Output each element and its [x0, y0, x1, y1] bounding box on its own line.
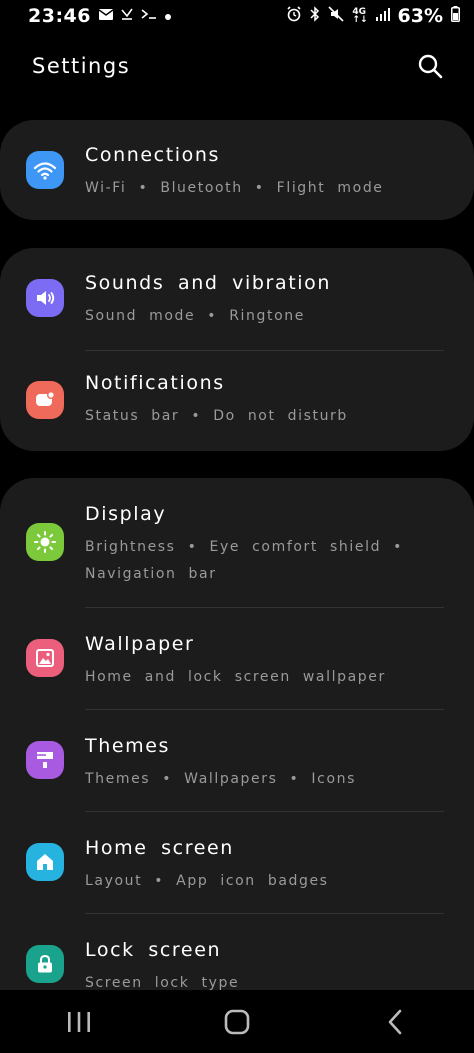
- missed-call-icon: [121, 8, 133, 24]
- item-subtitle: Screen lock type: [85, 975, 240, 990]
- item-subtitle: Status bar • Do not disturb: [85, 408, 348, 424]
- paintbrush-icon: [26, 741, 64, 779]
- menu-item-themes[interactable]: Themes Themes • Wallpapers • Icons: [0, 709, 474, 811]
- bluetooth-icon: [310, 6, 320, 26]
- menu-item-home-screen[interactable]: Home screen Layout • App icon badges: [0, 811, 474, 913]
- card-connections: Connections Wi-Fi • Bluetooth • Flight m…: [0, 120, 474, 220]
- recents-button[interactable]: [49, 997, 109, 1047]
- menu-item-lock-screen[interactable]: Lock screen Screen lock type: [0, 913, 474, 990]
- sun-icon: [26, 523, 64, 561]
- back-icon: [388, 1009, 402, 1034]
- menu-item-display[interactable]: Display Brightness • Eye comfort shield …: [0, 478, 474, 607]
- wifi-icon: [26, 151, 64, 189]
- item-subtitle-line2: Navigation bar: [85, 566, 217, 582]
- recents-icon: [68, 1011, 90, 1032]
- search-icon: [418, 54, 443, 79]
- mute-icon: [328, 6, 344, 26]
- menu-item-wallpaper[interactable]: Wallpaper Home and lock screen wallpaper: [0, 607, 474, 709]
- home-button-icon: [224, 1009, 250, 1034]
- item-subtitle: Wi-Fi • Bluetooth • Flight mode: [85, 180, 384, 196]
- item-subtitle: Home and lock screen wallpaper: [85, 669, 386, 685]
- item-title: Display: [85, 503, 167, 525]
- mail-icon: [98, 8, 114, 24]
- speaker-icon: [26, 279, 64, 317]
- menu-item-sounds[interactable]: Sounds and vibration Sound mode • Ringto…: [0, 248, 474, 350]
- item-subtitle: Sound mode • Ringtone: [85, 308, 305, 324]
- page-title: Settings: [32, 54, 131, 78]
- navigation-bar: [0, 990, 474, 1053]
- item-subtitle: Layout • App icon badges: [85, 873, 329, 889]
- item-title: Connections: [85, 144, 221, 166]
- menu-item-notifications[interactable]: Notifications Status bar • Do not distur…: [0, 350, 474, 451]
- battery-icon: [451, 6, 460, 26]
- item-title: Home screen: [85, 837, 234, 859]
- dot-icon: [164, 9, 171, 24]
- battery-percent: 63%: [397, 5, 443, 27]
- notification-icon: [26, 381, 64, 419]
- menu-item-connections[interactable]: Connections Wi-Fi • Bluetooth • Flight m…: [0, 120, 474, 220]
- 4g-icon: 4G ↑↓: [352, 7, 368, 25]
- search-button[interactable]: [414, 50, 446, 82]
- item-subtitle: Themes • Wallpapers • Icons: [85, 771, 356, 787]
- status-bar-right: 4G ↑↓ 63%: [286, 5, 460, 27]
- home-nav-button[interactable]: [207, 997, 267, 1047]
- item-subtitle-line1: Brightness • Eye comfort shield •: [85, 539, 403, 555]
- lock-icon: [26, 945, 64, 983]
- item-title: Wallpaper: [85, 633, 195, 655]
- status-time: 23:46: [28, 5, 91, 27]
- status-bar-left: 23:46: [28, 5, 171, 27]
- item-title: Lock screen: [85, 939, 222, 961]
- card-display-group: Display Brightness • Eye comfort shield …: [0, 478, 474, 990]
- card-sounds-notifications: Sounds and vibration Sound mode • Ringto…: [0, 248, 474, 451]
- terminal-icon: [141, 8, 157, 24]
- app-header: Settings: [0, 36, 474, 96]
- back-button[interactable]: [365, 997, 425, 1047]
- alarm-icon: [286, 6, 302, 26]
- item-title: Notifications: [85, 372, 225, 394]
- item-title: Sounds and vibration: [85, 272, 331, 294]
- item-title: Themes: [85, 735, 171, 757]
- home-icon: [26, 843, 64, 881]
- status-bar: 23:46 4G ↑↓ 63%: [0, 0, 474, 32]
- image-icon: [26, 639, 64, 677]
- signal-icon: [375, 7, 390, 25]
